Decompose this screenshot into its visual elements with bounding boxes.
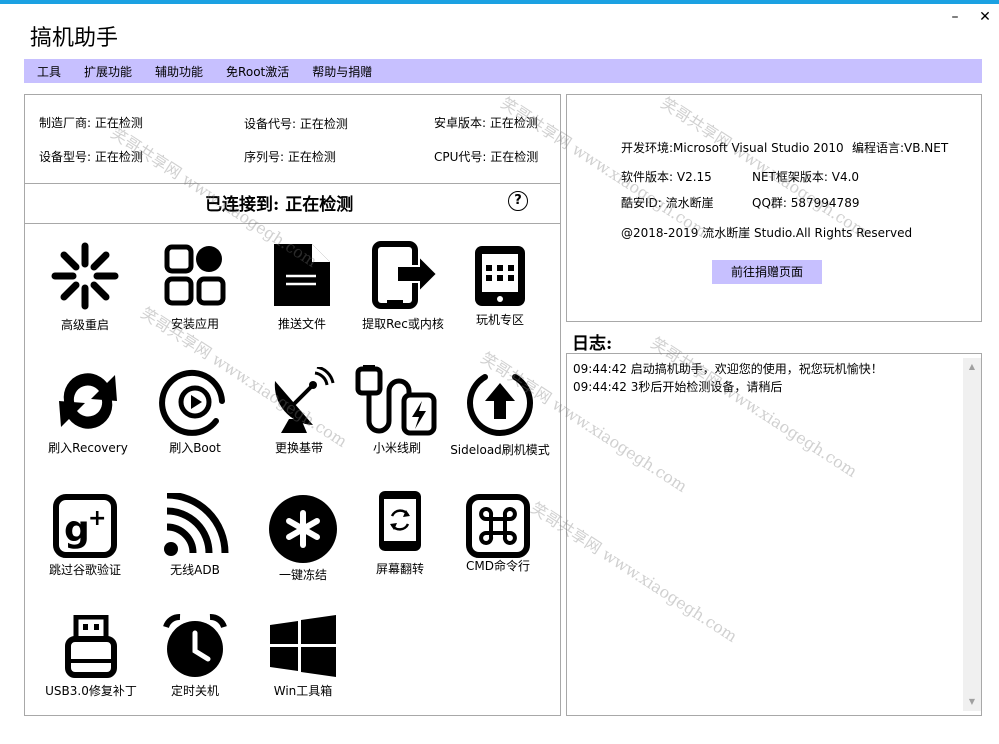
tablet-grid-icon [475, 246, 525, 306]
tool-cmd[interactable]: CMD命令行 [438, 493, 558, 603]
close-button[interactable]: ✕ [976, 8, 994, 26]
net-version-label: NET框架版本: V4.0 [752, 170, 860, 184]
log-line: 09:44:42 启动搞机助手，欢迎您的使用，祝您玩机愉快！ [573, 362, 883, 376]
usb-cable-icon [355, 365, 437, 436]
minimize-button[interactable]: – [946, 8, 964, 26]
copyright-label: @2018-2019 流水断崖 Studio.All Rights Reserv… [621, 226, 913, 240]
menu-rootless-activation[interactable]: 免Root激活 [213, 63, 299, 80]
scroll-up-arrow-icon[interactable]: ▲ [963, 358, 981, 376]
tool-wireless-adb[interactable]: 无线ADB [135, 493, 255, 603]
tool-label: 高级重启 [60, 318, 109, 332]
extract-rec-icon [372, 241, 439, 309]
menu-auxiliary[interactable]: 辅助功能 [142, 63, 213, 80]
wifi-icon [164, 493, 229, 556]
tool-usb3-patch[interactable]: USB3.0修复补丁 [31, 615, 151, 725]
menu-help-donate[interactable]: 帮助与捐赠 [299, 63, 382, 80]
tool-label: 定时关机 [170, 684, 219, 698]
coolapk-id-label: 酷安ID: 流水断崖 [621, 196, 714, 210]
app-title: 搞机助手 [30, 26, 119, 51]
tool-label: CMD命令行 [466, 559, 530, 573]
main-panel: 制造厂商: 正在检测 设备代号: 正在检测 安卓版本: 正在检测 设备型号: 正… [24, 94, 561, 716]
tool-label: Win工具箱 [273, 684, 333, 698]
divider [25, 183, 560, 184]
language-label: 编程语言:VB.NET [852, 141, 949, 155]
cpu-label: CPU代号: 正在检测 [434, 150, 539, 164]
tool-device-zone[interactable]: 玩机专区 [440, 243, 560, 353]
google-plus-icon: g + [53, 494, 117, 558]
qq-group-label: QQ群: 587994789 [752, 196, 860, 210]
svg-text:g: g [64, 509, 90, 550]
log-line: 09:44:42 3秒后开始检测设备，请稍后 [573, 380, 783, 394]
log-title: 日志: [572, 334, 613, 354]
usb-drive-icon [65, 615, 117, 678]
tool-label: 刷入Boot [169, 441, 221, 455]
tool-label: 刷入Recovery [48, 441, 128, 455]
tool-skip-google[interactable]: g + 跳过谷歌验证 [25, 493, 145, 603]
codename-label: 设备代号: 正在检测 [244, 117, 348, 131]
push-file-icon [274, 244, 330, 306]
window-accent-bar [0, 0, 999, 4]
tool-timed-shutdown[interactable]: 定时关机 [135, 613, 255, 723]
dev-env-label: 开发环境:Microsoft Visual Studio 2010 [621, 141, 844, 155]
menu-tools[interactable]: 工具 [24, 63, 71, 80]
tool-flash-recovery[interactable]: 刷入Recovery [28, 367, 148, 477]
advanced-reboot-icon [51, 242, 119, 310]
alarm-clock-icon [163, 614, 227, 677]
connection-status: 已连接到: 正在检测 [205, 195, 354, 215]
tool-sideload[interactable]: Sideload刷机模式 [440, 367, 560, 477]
flash-boot-icon [159, 369, 225, 436]
tool-label: 无线ADB [170, 563, 220, 577]
flash-recovery-icon [59, 373, 117, 429]
tool-advanced-reboot[interactable]: 高级重启 [25, 240, 145, 350]
log-panel[interactable]: 09:44:42 启动搞机助手，欢迎您的使用，祝您玩机愉快！ 09:44:42 … [566, 353, 982, 716]
screen-rotate-icon [379, 491, 421, 551]
menu-extensions[interactable]: 扩展功能 [71, 63, 142, 80]
tool-install-app[interactable]: 安装应用 [135, 243, 255, 353]
version-label: 软件版本: V2.15 [621, 170, 712, 184]
svg-text:+: + [88, 506, 106, 531]
log-scrollbar[interactable]: ▲ ▼ [963, 358, 981, 711]
command-key-icon [466, 494, 530, 558]
tool-label: USB3.0修复补丁 [45, 684, 137, 698]
help-icon[interactable]: ? [508, 191, 528, 211]
install-app-icon [164, 244, 226, 306]
manufacturer-label: 制造厂商: 正在检测 [39, 116, 143, 130]
log-list: 09:44:42 启动搞机助手，欢迎您的使用，祝您玩机愉快！ 09:44:42 … [573, 360, 953, 396]
serial-label: 序列号: 正在检测 [244, 150, 336, 164]
tool-xiaomi-flash[interactable]: 小米线刷 [337, 365, 457, 475]
satellite-dish-icon [274, 367, 335, 433]
windows-logo-icon [270, 615, 336, 677]
divider [25, 223, 560, 224]
tool-label: Sideload刷机模式 [450, 443, 550, 457]
scroll-down-arrow-icon[interactable]: ▼ [963, 693, 981, 711]
tool-flash-boot[interactable]: 刷入Boot [135, 367, 255, 477]
tool-label: 玩机专区 [475, 313, 524, 327]
tool-label: 跳过谷歌验证 [48, 563, 121, 577]
donate-button[interactable]: 前往捐赠页面 [712, 260, 822, 284]
model-label: 设备型号: 正在检测 [39, 150, 143, 164]
tool-win-toolbox[interactable]: Win工具箱 [243, 615, 363, 725]
sideload-icon [467, 374, 533, 436]
freeze-icon [269, 495, 337, 563]
about-panel: 开发环境:Microsoft Visual Studio 2010 编程语言:V… [566, 94, 982, 322]
tool-label: 安装应用 [170, 317, 219, 331]
android-version-label: 安卓版本: 正在检测 [434, 116, 538, 130]
menu-bar: 工具 扩展功能 辅助功能 免Root激活 帮助与捐赠 [24, 59, 982, 83]
